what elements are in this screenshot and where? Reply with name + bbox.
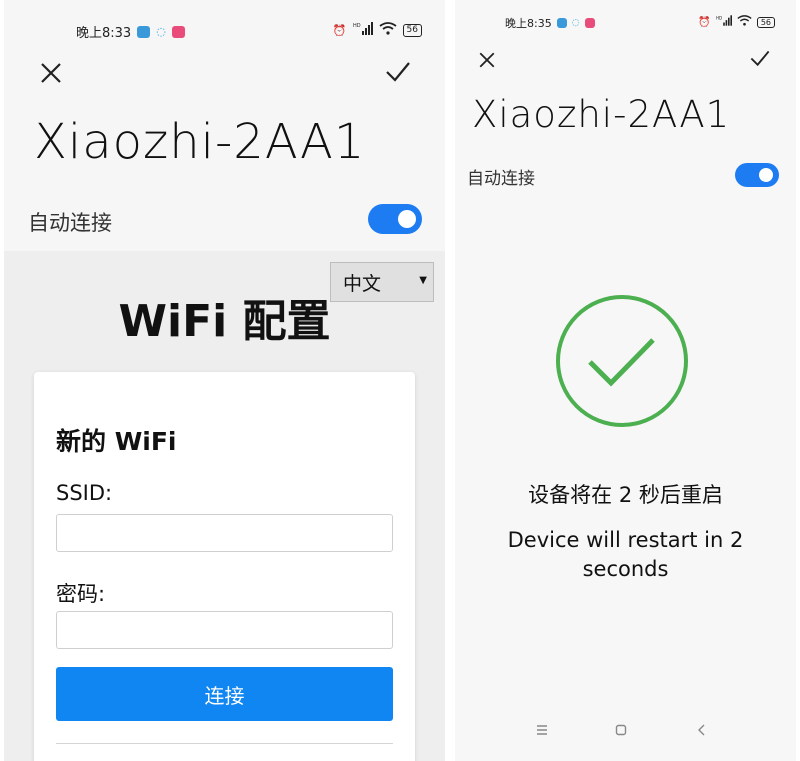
status-time: 晚上8:33 (76, 26, 132, 41)
system-navigation-bar (455, 722, 796, 748)
auto-connect-label: 自动连接 (28, 211, 112, 235)
wifi-config-screen: 晚上8:33 ◌ ⏰ HD 56 Xiaozhi-2AA1 自动连接 中文 ▼ (4, 0, 445, 761)
battery-indicator: 56 (402, 23, 422, 37)
message-icon: ◌ (156, 25, 166, 38)
status-bar: 晚上8:33 ◌ ⏰ HD 56 (4, 0, 445, 58)
success-indicator (555, 294, 689, 428)
auto-connect-toggle[interactable] (368, 204, 422, 234)
wifi-icon (737, 15, 752, 29)
wifi-icon (379, 22, 397, 38)
battery-indicator: 56 (756, 16, 775, 28)
close-button[interactable] (39, 61, 63, 89)
page-heading: WiFi 配置 (118, 296, 331, 347)
divider (56, 743, 393, 744)
ssid-label: SSID: (56, 481, 113, 505)
alarm-icon: ⏰ (332, 23, 347, 37)
device-name-title: Xiaozhi-2AA1 (472, 93, 731, 136)
app-notification-icon (171, 25, 185, 38)
home-icon (615, 724, 627, 736)
svg-text:HD: HD (716, 15, 722, 20)
confirm-button[interactable] (749, 49, 771, 72)
screenshot-divider (445, 0, 455, 761)
card-title: 新的 WiFi (56, 427, 177, 456)
menu-icon (537, 725, 547, 735)
close-button[interactable] (478, 51, 496, 73)
ssid-input[interactable] (56, 514, 393, 552)
status-bar: 晚上8:35 ◌ ⏰ HD 56 (455, 0, 796, 58)
svg-text:HD: HD (353, 23, 361, 29)
restart-confirmation-screen: 晚上8:35 ◌ ⏰ HD 56 Xiaozhi-2AA1 自动连接 设备将在 … (455, 0, 796, 761)
password-input[interactable] (56, 611, 393, 649)
nav-back-button[interactable] (695, 722, 709, 741)
check-icon (750, 50, 770, 67)
app-notification-icon (584, 18, 595, 28)
captive-portal-webview: 中文 ▼ WiFi 配置 新的 WiFi SSID: 密码: 连接 (4, 251, 445, 761)
signal-icon: HD (353, 22, 373, 38)
app-notification-icon (556, 18, 567, 28)
signal-icon: HD (716, 15, 732, 29)
nav-menu-button[interactable] (535, 722, 549, 741)
connect-button[interactable]: 连接 (56, 667, 393, 721)
status-time: 晚上8:35 (505, 17, 552, 30)
toggle-knob (398, 210, 416, 228)
nav-home-button[interactable] (614, 722, 628, 741)
auto-connect-toggle[interactable] (735, 163, 779, 187)
check-icon (386, 62, 410, 82)
app-notification-icon (137, 25, 151, 38)
toggle-knob (759, 168, 773, 182)
back-icon (698, 724, 705, 736)
success-check-icon (556, 295, 688, 427)
wifi-form-card: 新的 WiFi SSID: 密码: 连接 (34, 372, 415, 761)
restart-message-en: Device will restart in 2 seconds (507, 528, 744, 581)
restart-message-cn: 设备将在 2 秒后重启 (528, 483, 723, 507)
close-icon (479, 52, 495, 68)
close-icon (41, 63, 61, 83)
confirm-button[interactable] (384, 60, 412, 88)
password-label: 密码: (56, 582, 106, 606)
device-name-title: Xiaozhi-2AA1 (34, 114, 366, 170)
auto-connect-label: 自动连接 (467, 169, 535, 189)
message-icon: ◌ (571, 18, 580, 28)
alarm-icon: ⏰ (698, 16, 711, 28)
